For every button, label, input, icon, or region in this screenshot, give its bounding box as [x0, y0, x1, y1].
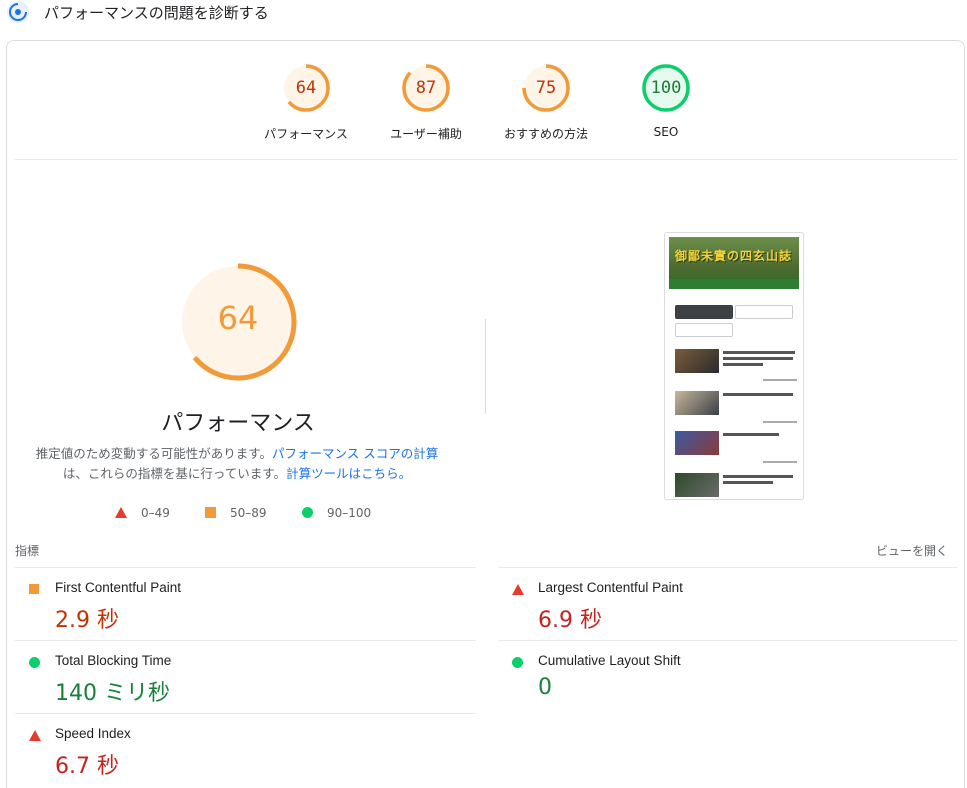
- gauge-label: パフォーマンス: [264, 127, 348, 141]
- triangle-icon: [115, 507, 127, 518]
- diagnose-icon: [7, 1, 29, 23]
- gauge-label: おすすめの方法: [503, 127, 588, 141]
- page-screenshot[interactable]: 御鄙未實の四玄山誌: [664, 232, 804, 500]
- expand-view-button[interactable]: ビューを開く: [876, 542, 948, 559]
- metric-value: 6.7 秒: [55, 754, 119, 779]
- metrics-heading: 指標: [15, 544, 40, 558]
- banner-logo: 御鄙未實の四玄山誌: [675, 249, 793, 263]
- gauge-seo[interactable]: 100 SEO: [611, 63, 721, 139]
- calculator-link[interactable]: 計算ツールはこちら。: [286, 466, 411, 481]
- screenshot-tab: [675, 323, 733, 337]
- gauge-score: 100: [650, 78, 682, 98]
- score-calc-link[interactable]: パフォーマンス スコアの計算: [272, 446, 438, 461]
- metric-value: 140 ミリ秒: [55, 681, 170, 706]
- legend-pass: 90–100: [302, 505, 371, 520]
- report-card: 64 パフォーマンス 87 ユーザー補助 75 おすすめの方法 100 SEO …: [6, 40, 965, 788]
- gauge-score: 87: [415, 78, 437, 98]
- circle-icon: [29, 657, 40, 668]
- article-image: [675, 391, 719, 415]
- triangle-icon: [29, 730, 41, 741]
- desc-text: 推定値のため変動する可能性があります。: [35, 446, 273, 461]
- section-title: パフォーマンスの問題を診断する: [44, 4, 269, 22]
- gauge-performance[interactable]: 64 パフォーマンス: [251, 63, 361, 142]
- screenshot-article: [675, 349, 797, 389]
- vertical-divider: [485, 319, 486, 414]
- performance-score: 64: [217, 299, 259, 337]
- square-icon: [29, 584, 39, 594]
- legend-label: 0–49: [141, 505, 170, 520]
- metric-value: 6.9 秒: [538, 608, 602, 633]
- score-description: 推定値のため変動する可能性があります。パフォーマンス スコアの計算 は、これらの…: [27, 444, 447, 484]
- article-image: [675, 431, 719, 455]
- legend-label: 90–100: [327, 505, 372, 520]
- square-icon: [205, 507, 216, 518]
- metric-name: Cumulative Layout Shift: [538, 653, 681, 668]
- article-image: [675, 349, 719, 373]
- performance-title: パフォーマンス: [161, 411, 315, 436]
- legend-average: 50–89: [205, 505, 267, 520]
- metric-name: Speed Index: [55, 726, 131, 741]
- screenshot-article: [675, 431, 797, 471]
- gauge-label: ユーザー補助: [390, 127, 462, 141]
- legend-fail: 0–49: [115, 505, 170, 520]
- gauge-best-practices[interactable]: 75 おすすめの方法: [491, 63, 601, 142]
- screenshot-article: [675, 473, 797, 499]
- metric-value: 2.9 秒: [55, 608, 119, 633]
- metric-value: 0: [538, 675, 552, 700]
- banner-strip: [669, 279, 799, 289]
- article-image: [675, 473, 719, 497]
- gauge-accessibility[interactable]: 87 ユーザー補助: [371, 63, 481, 142]
- metric-name: Total Blocking Time: [55, 653, 172, 668]
- gauge-label: SEO: [653, 125, 679, 139]
- legend-label: 50–89: [230, 505, 267, 520]
- circle-icon: [512, 657, 523, 668]
- metric-name: Largest Contentful Paint: [538, 580, 683, 595]
- section-header: パフォーマンスの問題を診断する: [0, 0, 967, 26]
- divider: [15, 159, 958, 160]
- desc-text: は、これらの指標を基に行っています。: [62, 466, 287, 481]
- metric-name: First Contentful Paint: [55, 580, 182, 595]
- triangle-icon: [512, 584, 524, 595]
- screenshot-tab: [675, 305, 733, 319]
- gauge-score: 75: [535, 78, 557, 98]
- screenshot-banner: 御鄙未實の四玄山誌: [669, 237, 799, 289]
- screenshot-tab: [735, 305, 793, 319]
- gauge-score: 64: [295, 78, 317, 98]
- screenshot-article: [675, 391, 797, 431]
- circle-icon: [302, 507, 313, 518]
